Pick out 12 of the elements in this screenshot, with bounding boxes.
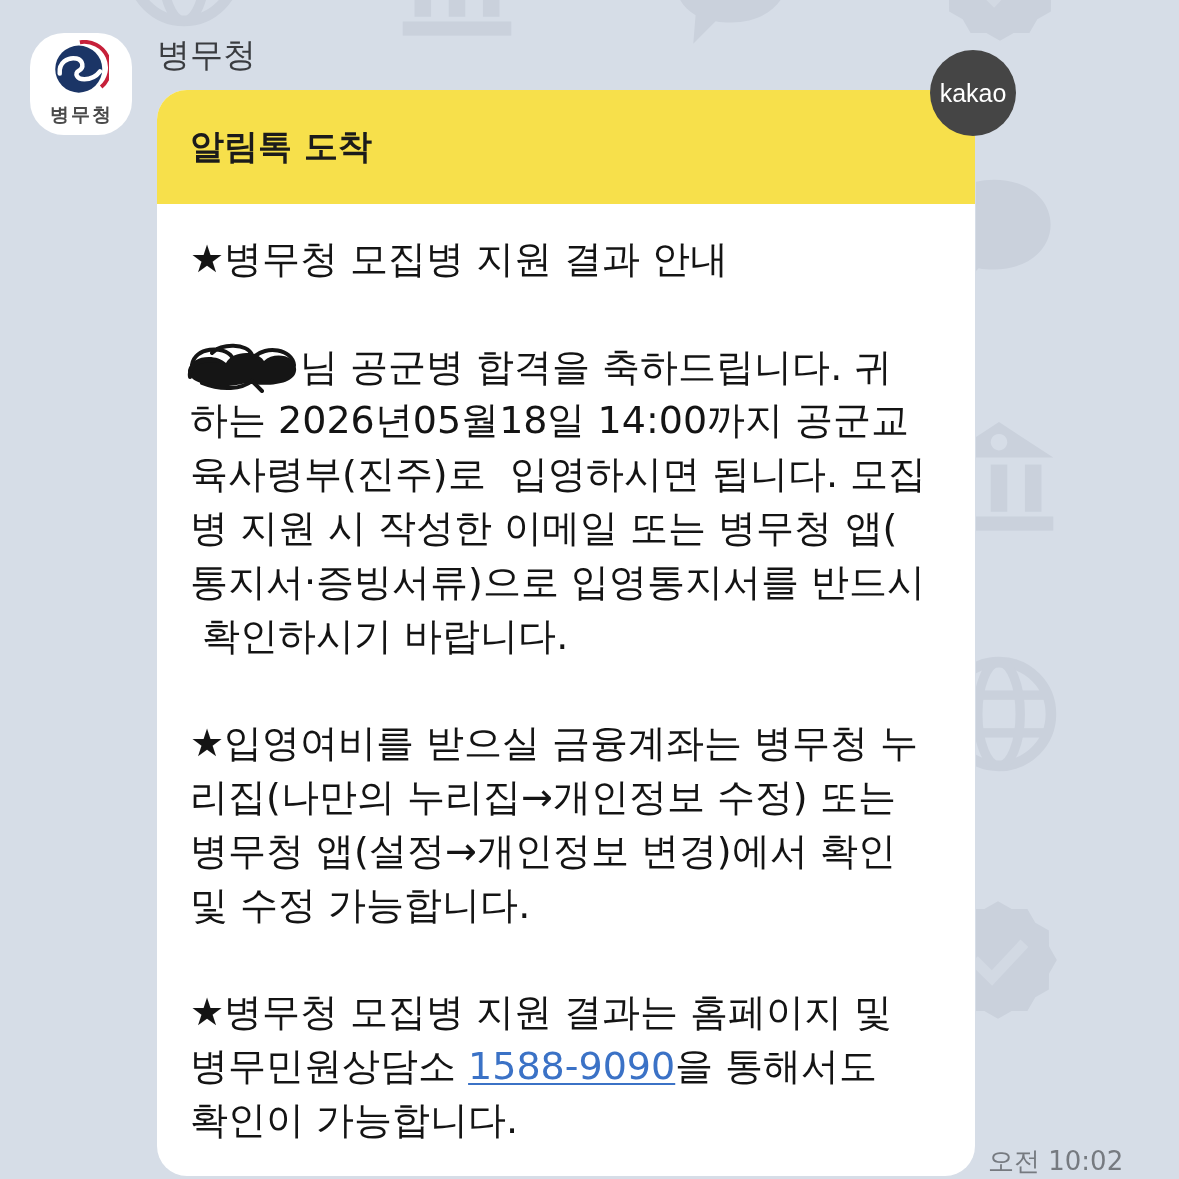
message-paragraph: ★병무청 모집병 지원 결과는 홈페이지 및 병무민원상담소 1588-9090을 통해서도 확인이 가능합니다. [190,989,894,1144]
sender-name: 병무청 [157,35,256,75]
kakao-badge: kakao [930,50,1016,136]
message-time: 오전 10:02 [988,1145,1124,1176]
globe-icon [976,655,1058,773]
message-paragraph: ★입영여비를 받으실 금융계좌는 병무청 누 리집(나만의 누리집→개인정보 수정) 또는 병무청 앱(설정→개인정보 변경)에서 확인 및 수정 가능합니다. [190,720,920,929]
phone-number-link[interactable]: 1588-9090 [468,1043,676,1088]
message-paragraph: ★병무청 모집병 지원 결과 안내 [190,236,730,283]
scalloped-badge-icon [976,900,1058,1020]
swirl-emblem-icon [53,40,109,96]
message-paragraph: 님 공군병 합격을 축하드립니다. 귀 하는 2026년05월18일 14:00까지 공군교 육사령부(진주)로 입영하시면 됩니다. 모집 병 지원 시 작성한 이메일 또는 병무청 앱( 통지서·증빙서류)으로 입영통지서를 반드시 확인하시기 바랍니다. [190,343,928,660]
avatar-label: 병무청 [49,102,113,126]
